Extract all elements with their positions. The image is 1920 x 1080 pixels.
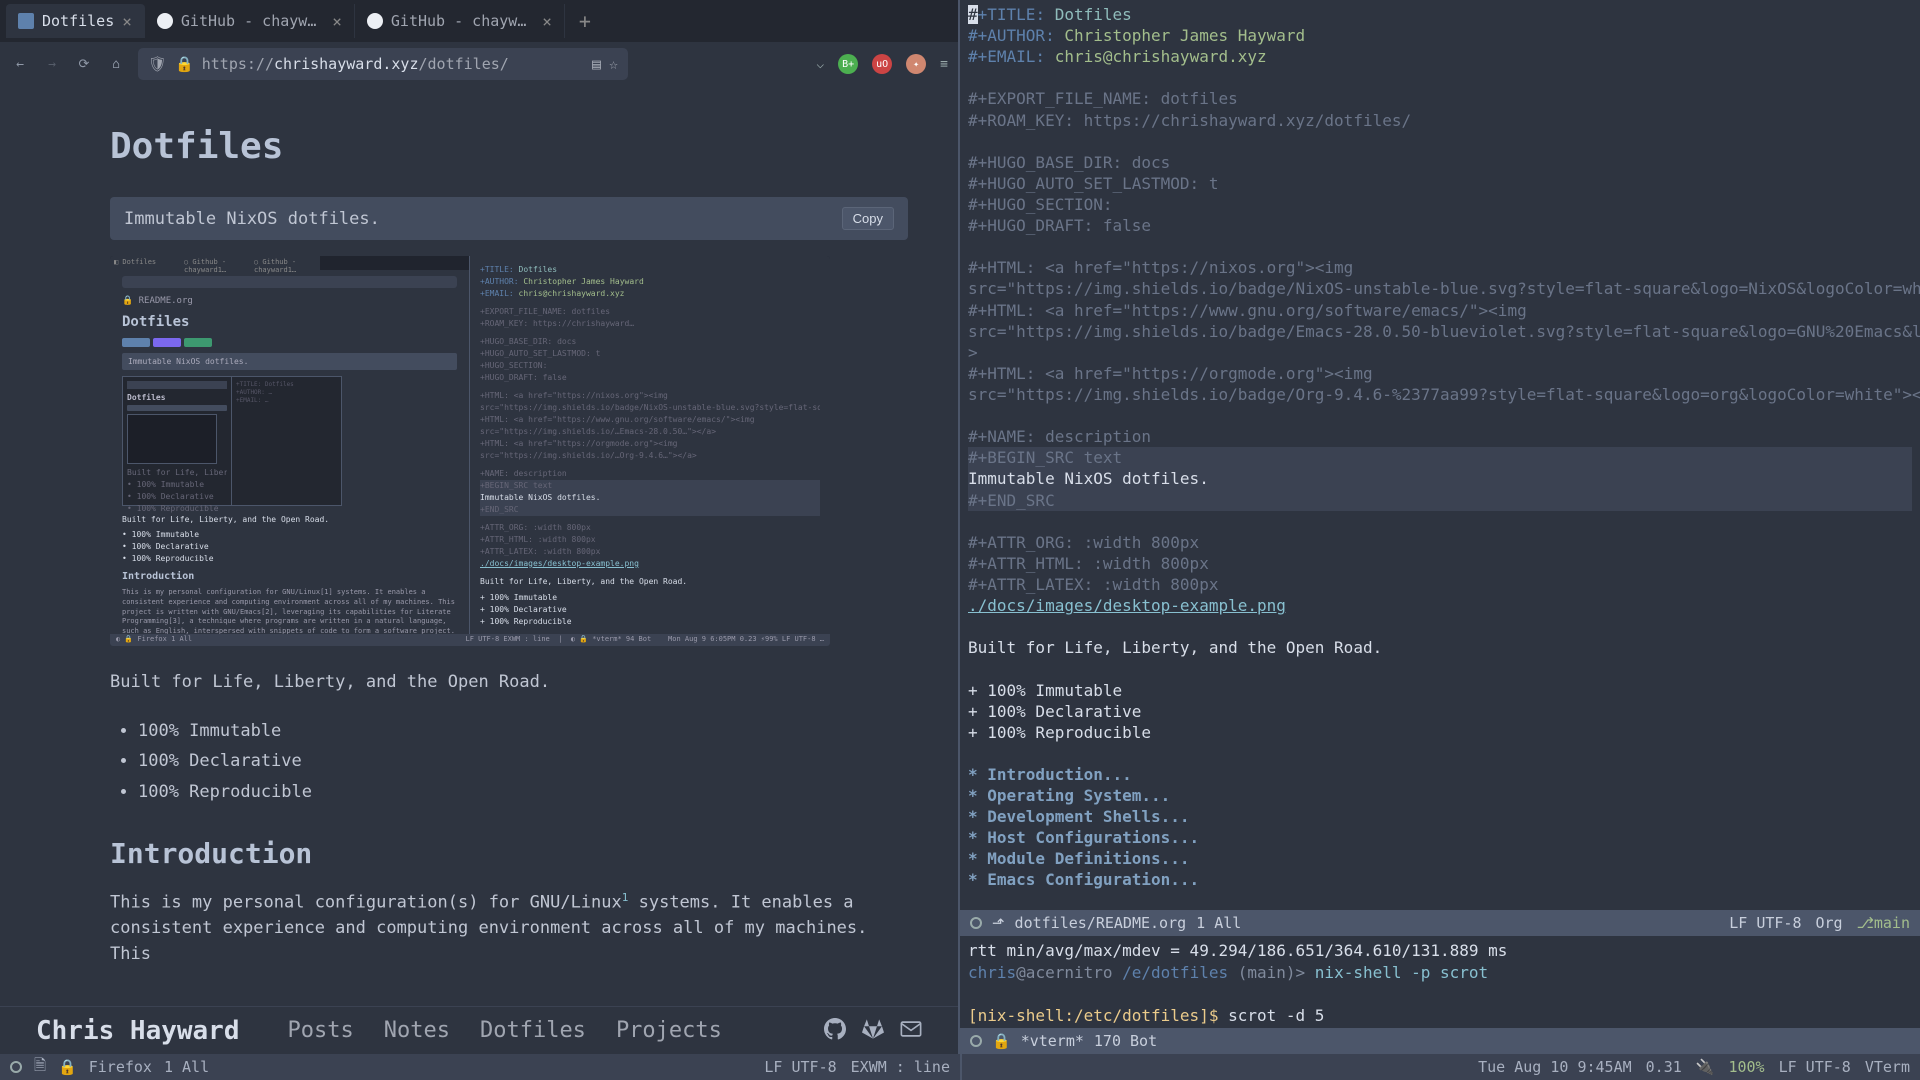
datetime-label: Tue Aug 10 9:45AM xyxy=(1478,1058,1632,1076)
nav-link-dotfiles[interactable]: Dotfiles xyxy=(480,1018,586,1043)
github-icon[interactable] xyxy=(824,1018,846,1044)
extension-icon[interactable]: ✦ xyxy=(906,54,926,74)
copy-button[interactable]: Copy xyxy=(842,207,894,230)
site-navbar: Chris Hayward Posts Notes Dotfiles Proje… xyxy=(0,1006,958,1054)
file-icon: 🗎 xyxy=(34,1055,46,1080)
reload-button[interactable]: ⟳ xyxy=(74,54,94,74)
battery-icon: 🔌 xyxy=(1696,1058,1715,1076)
buffer-position: 1 All xyxy=(1196,914,1241,932)
terminal-modeline: 🔒 *vterm* 170 Bot xyxy=(960,1028,1920,1054)
code-text: Immutable NixOS dotfiles. xyxy=(124,209,842,229)
git-branch: ⎇main xyxy=(1857,914,1910,932)
lock-icon: 🔒 xyxy=(58,1058,77,1076)
encoding-label: LF UTF-8 xyxy=(1729,914,1801,932)
editor-modeline: ⬏ dotfiles/README.org 1 All LF UTF-8 Org… xyxy=(960,910,1920,936)
editor-buffer[interactable]: #+TITLE: Dotfiles #+AUTHOR: Christopher … xyxy=(960,0,1920,910)
browser-tab-strip: Dotfiles × GitHub - chayward1/dotf × Git… xyxy=(0,0,958,42)
lock-icon: 🔒 xyxy=(175,55,194,73)
tagline: Built for Life, Liberty, and the Open Ro… xyxy=(110,670,908,696)
load-label: 0.31 xyxy=(1646,1058,1682,1076)
tab-label: Dotfiles xyxy=(42,12,114,30)
battery-label: 100% xyxy=(1728,1058,1764,1076)
new-tab-button[interactable]: + xyxy=(565,9,605,33)
position-label: 1 All xyxy=(164,1058,209,1076)
buffer-name: *vterm* xyxy=(1021,1032,1084,1050)
list-item: 100% Reproducible xyxy=(138,777,908,808)
email-icon[interactable] xyxy=(900,1018,922,1044)
extension-badge[interactable]: B+ xyxy=(838,54,858,74)
favicon-icon xyxy=(367,13,383,29)
bookmark-icon[interactable]: ☆ xyxy=(609,55,618,73)
browser-toolbar: ← → ⟳ ⌂ 🛡 🔒 https://chrishayward.xyz/dot… xyxy=(0,42,958,86)
status-dot-icon xyxy=(10,1061,22,1073)
close-icon[interactable]: × xyxy=(542,12,552,31)
browser-tab-active[interactable]: Dotfiles × xyxy=(6,4,145,38)
close-icon[interactable]: × xyxy=(122,12,132,31)
intro-paragraph: This is my personal configuration(s) for… xyxy=(110,890,908,967)
nav-link-notes[interactable]: Notes xyxy=(384,1018,450,1043)
modified-indicator-icon xyxy=(970,1035,982,1047)
modified-indicator-icon xyxy=(970,917,982,929)
close-icon[interactable]: × xyxy=(332,12,342,31)
tab-label: GitHub - chayward1/dotf xyxy=(181,12,324,30)
section-heading: Introduction xyxy=(110,837,908,870)
folder-icon: ⬏ xyxy=(992,914,1005,932)
ublock-icon[interactable]: uO xyxy=(872,54,892,74)
home-button[interactable]: ⌂ xyxy=(106,54,126,74)
browser-tab[interactable]: GitHub - chayward1/dotf × xyxy=(355,4,565,38)
back-button[interactable]: ← xyxy=(10,54,30,74)
global-status-bar: 🗎 🔒 Firefox 1 All LF UTF-8 EXWM : line T… xyxy=(0,1054,1920,1080)
favicon-icon xyxy=(157,13,173,29)
url-bar[interactable]: 🛡 🔒 https://chrishayward.xyz/dotfiles/ ▤… xyxy=(138,48,628,80)
url-text: https://chrishayward.xyz/dotfiles/ xyxy=(202,55,584,73)
embedded-screenshot: ◧ Dotfiles○ Github -chayward1…○ Github -… xyxy=(110,256,830,646)
nav-link-posts[interactable]: Posts xyxy=(288,1018,354,1043)
encoding-label: LF UTF-8 xyxy=(764,1058,836,1076)
mode-label: EXWM : line xyxy=(851,1058,950,1076)
menu-icon[interactable]: ≡ xyxy=(940,57,948,72)
page-title: Dotfiles xyxy=(110,126,908,167)
reader-icon[interactable]: ▤ xyxy=(592,55,601,73)
page-content: Dotfiles Immutable NixOS dotfiles. Copy … xyxy=(0,86,958,1006)
terminal-buffer[interactable]: rtt min/avg/max/mdev = 49.294/186.651/36… xyxy=(960,936,1920,1028)
site-brand[interactable]: Chris Hayward xyxy=(36,1016,240,1046)
tab-label: GitHub - chayward1/dotf xyxy=(391,12,534,30)
list-item: 100% Immutable xyxy=(138,716,908,747)
gitlab-icon[interactable] xyxy=(862,1018,884,1044)
app-name: Firefox xyxy=(89,1058,152,1076)
feature-list: 100% Immutable 100% Declarative 100% Rep… xyxy=(110,716,908,808)
browser-tab[interactable]: GitHub - chayward1/dotf × xyxy=(145,4,355,38)
forward-button[interactable]: → xyxy=(42,54,62,74)
mode-label: VTerm xyxy=(1865,1058,1910,1076)
pocket-icon[interactable]: ⌵ xyxy=(816,57,824,72)
shield-icon: 🛡 xyxy=(148,55,167,73)
mode-label: Org xyxy=(1815,914,1842,932)
buffer-position: 170 Bot xyxy=(1094,1032,1157,1050)
list-item: 100% Declarative xyxy=(138,746,908,777)
favicon-icon xyxy=(18,13,34,29)
buffer-path: dotfiles/README.org xyxy=(1015,914,1187,932)
lock-icon: 🔒 xyxy=(992,1032,1011,1050)
encoding-label: LF UTF-8 xyxy=(1779,1058,1851,1076)
code-block: Immutable NixOS dotfiles. Copy xyxy=(110,197,908,240)
nav-link-projects[interactable]: Projects xyxy=(616,1018,722,1043)
